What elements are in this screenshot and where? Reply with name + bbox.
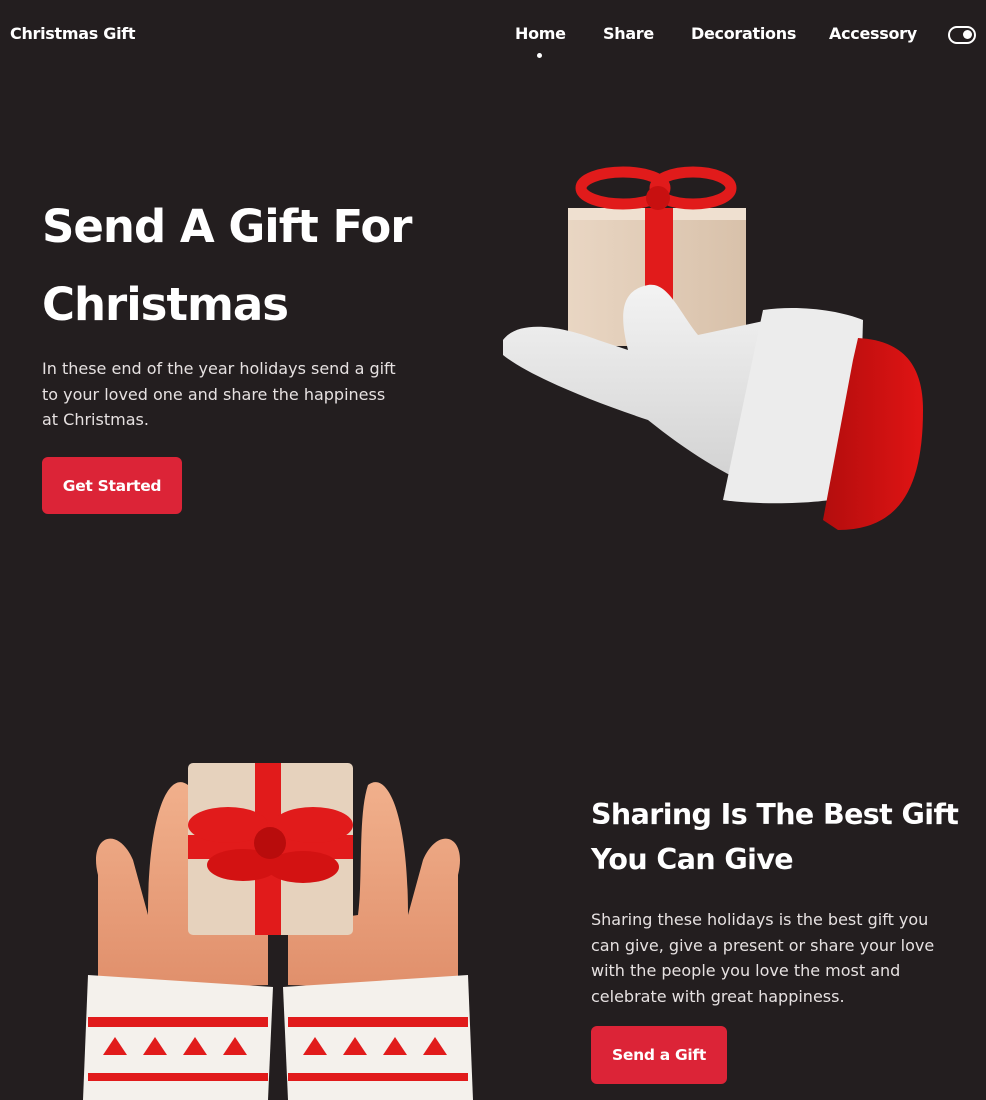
nav-decorations[interactable]: Decorations — [691, 24, 796, 43]
get-started-button[interactable]: Get Started — [42, 457, 182, 514]
hands-holding-gift-image — [83, 763, 473, 1100]
theme-toggle-icon[interactable] — [948, 26, 976, 44]
hero-title-line2: Christmas — [42, 278, 289, 331]
main-nav: Home Share Decorations Accessory — [0, 24, 986, 64]
nav-home[interactable]: Home — [515, 24, 566, 43]
share-title-line1: Sharing Is The Best Gift — [591, 798, 959, 831]
hero-title-line1: Send A Gift For — [42, 200, 412, 253]
share-title-line2: You Can Give — [591, 843, 794, 876]
hero-title: Send A Gift For Christmas — [42, 188, 482, 344]
santa-hand-gift-image — [503, 166, 923, 530]
nav-share[interactable]: Share — [603, 24, 654, 43]
active-nav-indicator — [537, 53, 542, 58]
share-title: Sharing Is The Best Gift You Can Give — [591, 792, 971, 882]
send-gift-button[interactable]: Send a Gift — [591, 1026, 727, 1084]
site-header: Christmas Gift Home Share Decorations Ac… — [0, 0, 986, 72]
toggle-knob — [963, 30, 972, 39]
nav-accessory[interactable]: Accessory — [829, 24, 917, 43]
share-description: Sharing these holidays is the best gift … — [591, 910, 935, 1006]
hero-description: In these end of the year holidays send a… — [42, 359, 396, 429]
